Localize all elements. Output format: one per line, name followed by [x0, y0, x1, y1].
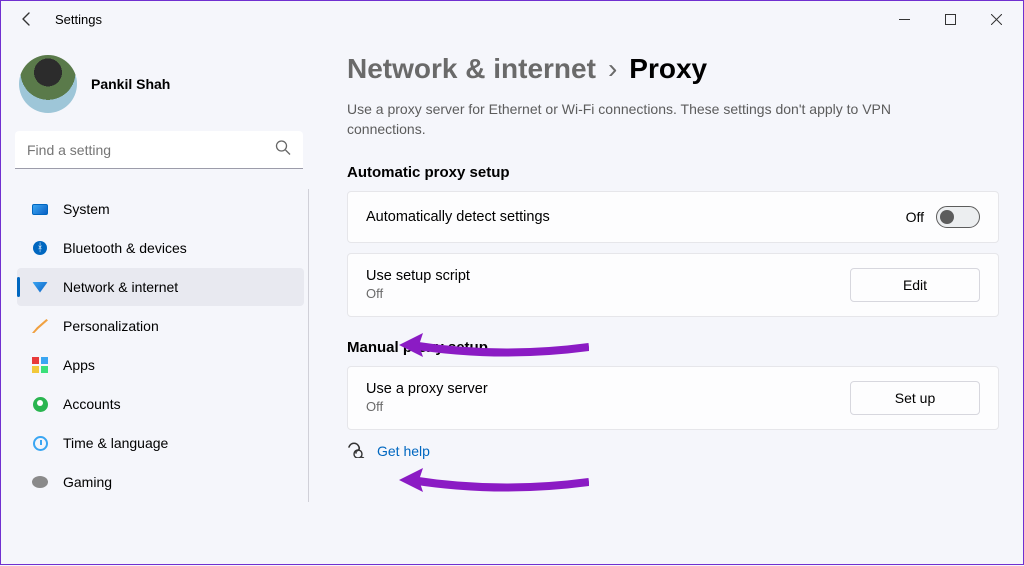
- sidebar-item-label: Personalization: [63, 318, 159, 334]
- app-title: Settings: [55, 12, 102, 27]
- sidebar-item-personalization[interactable]: Personalization: [17, 307, 304, 345]
- search-input[interactable]: [15, 131, 303, 169]
- automatic-heading: Automatic proxy setup: [347, 164, 999, 181]
- brush-icon: [31, 317, 49, 335]
- apps-icon: [31, 356, 49, 374]
- help-row: Get help: [347, 440, 999, 463]
- avatar: [19, 55, 77, 113]
- profile-block[interactable]: Pankil Shah: [13, 47, 309, 131]
- edit-button[interactable]: Edit: [850, 268, 980, 302]
- proxy-server-state: Off: [366, 399, 488, 414]
- help-icon: [347, 440, 365, 463]
- manual-heading: Manual proxy setup: [347, 339, 999, 356]
- sidebar-item-label: Network & internet: [63, 279, 178, 295]
- sidebar-item-network[interactable]: Network & internet: [17, 268, 304, 306]
- back-button[interactable]: [9, 1, 45, 37]
- profile-name: Pankil Shah: [91, 76, 170, 92]
- page-title: Proxy: [629, 53, 707, 85]
- page-description: Use a proxy server for Ethernet or Wi-Fi…: [347, 99, 957, 140]
- arrow-left-icon: [19, 11, 35, 27]
- sidebar-item-label: Accounts: [63, 396, 121, 412]
- auto-detect-toggle-wrap: Off: [906, 206, 980, 228]
- minimize-icon: [899, 14, 910, 25]
- auto-detect-card: Automatically detect settings Off: [347, 191, 999, 243]
- auto-detect-toggle[interactable]: [936, 206, 980, 228]
- sidebar-item-label: System: [63, 201, 110, 217]
- wifi-icon: [31, 278, 49, 296]
- sidebar-item-system[interactable]: System: [17, 190, 304, 228]
- proxy-server-label: Use a proxy server: [366, 381, 488, 397]
- search-icon: [275, 140, 291, 161]
- minimize-button[interactable]: [881, 1, 927, 37]
- nav: System ᚼ Bluetooth & devices Network & in…: [13, 189, 309, 502]
- clock-icon: [31, 434, 49, 452]
- window-controls: [881, 1, 1019, 37]
- auto-detect-state: Off: [906, 209, 924, 225]
- sidebar-item-bluetooth[interactable]: ᚼ Bluetooth & devices: [17, 229, 304, 267]
- setup-script-label: Use setup script: [366, 268, 470, 284]
- setup-script-card: Use setup script Off Edit: [347, 253, 999, 317]
- sidebar-item-label: Time & language: [63, 435, 168, 451]
- help-link[interactable]: Get help: [377, 443, 430, 459]
- maximize-button[interactable]: [927, 1, 973, 37]
- sidebar: Pankil Shah System ᚼ Bluetooth & devices …: [1, 37, 317, 566]
- search-wrap: [15, 131, 303, 169]
- setup-script-state: Off: [366, 286, 470, 301]
- setup-button[interactable]: Set up: [850, 381, 980, 415]
- gamepad-icon: [31, 473, 49, 491]
- maximize-icon: [945, 14, 956, 25]
- chevron-right-icon: ›: [608, 53, 617, 85]
- user-icon: [31, 395, 49, 413]
- sidebar-item-label: Bluetooth & devices: [63, 240, 187, 256]
- auto-detect-label: Automatically detect settings: [366, 209, 550, 225]
- sidebar-item-apps[interactable]: Apps: [17, 346, 304, 384]
- sidebar-item-gaming[interactable]: Gaming: [17, 463, 304, 501]
- breadcrumb-parent[interactable]: Network & internet: [347, 53, 596, 85]
- proxy-server-card: Use a proxy server Off Set up: [347, 366, 999, 430]
- main-content: Network & internet › Proxy Use a proxy s…: [317, 37, 1023, 566]
- close-button[interactable]: [973, 1, 1019, 37]
- breadcrumb: Network & internet › Proxy: [347, 53, 999, 85]
- sidebar-item-label: Gaming: [63, 474, 112, 490]
- sidebar-item-time[interactable]: Time & language: [17, 424, 304, 462]
- title-bar: Settings: [1, 1, 1023, 37]
- bluetooth-icon: ᚼ: [31, 239, 49, 257]
- sidebar-item-label: Apps: [63, 357, 95, 373]
- sidebar-item-accounts[interactable]: Accounts: [17, 385, 304, 423]
- close-icon: [991, 14, 1002, 25]
- monitor-icon: [31, 200, 49, 218]
